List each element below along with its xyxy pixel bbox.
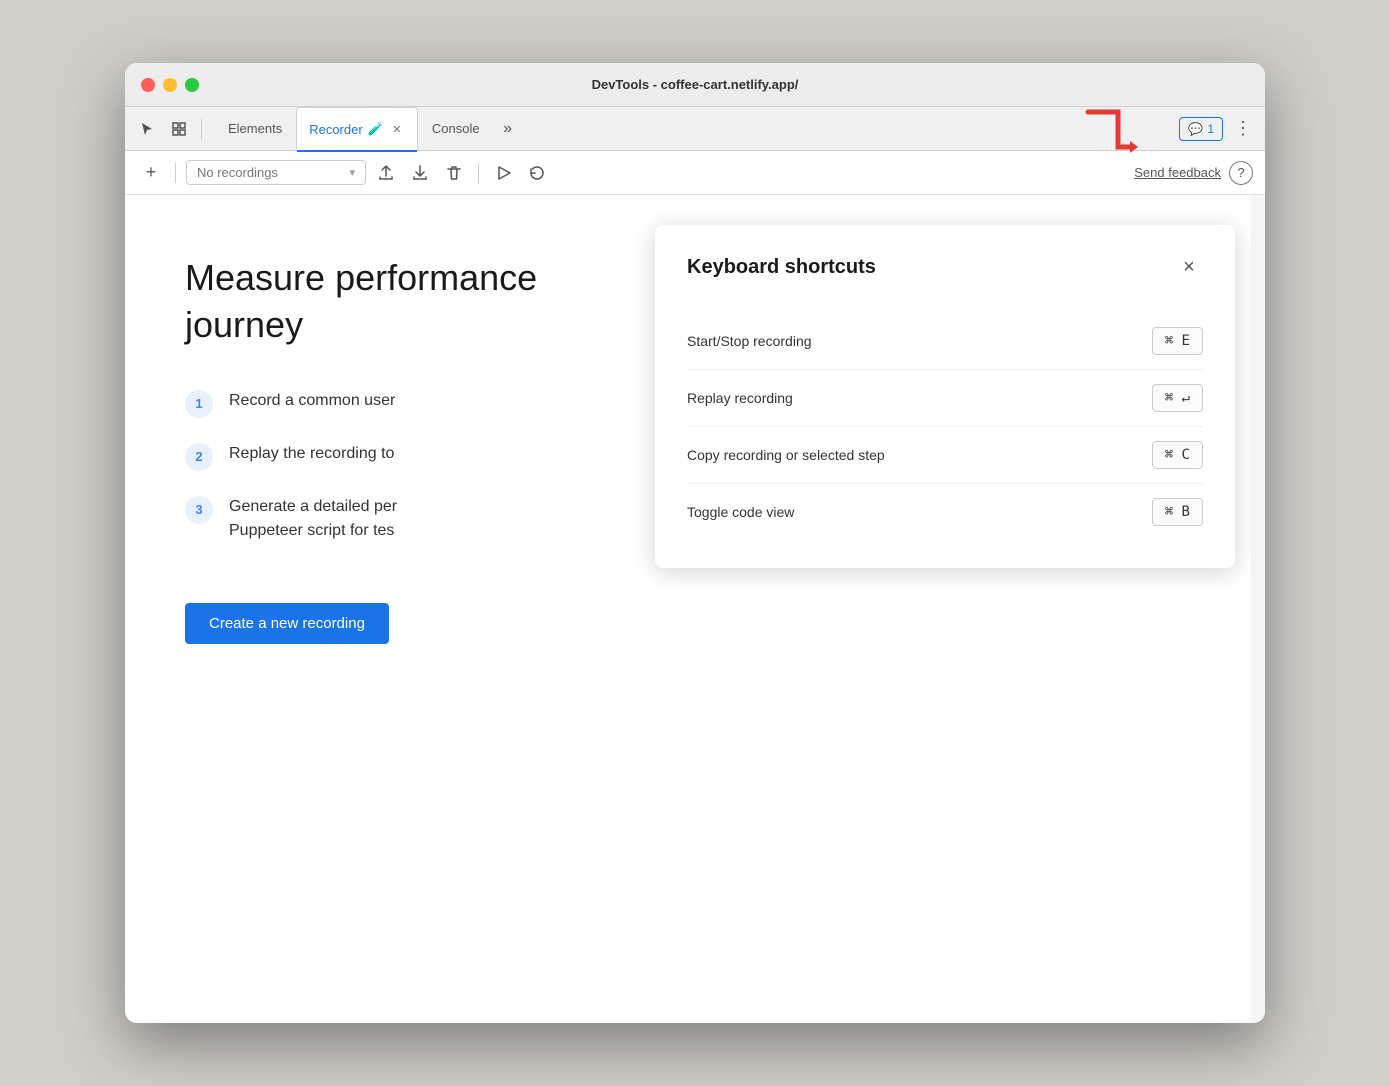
tab-recorder-close[interactable]: ✕ xyxy=(389,121,405,137)
help-button[interactable]: ? xyxy=(1229,161,1253,185)
notification-count: 1 xyxy=(1207,122,1214,136)
export-button[interactable] xyxy=(372,159,400,187)
export-icon xyxy=(377,164,395,182)
toolbar-divider-1 xyxy=(175,163,176,183)
shortcut-row-1: Start/Stop recording ⌘ E xyxy=(687,313,1203,370)
recorder-flask-icon: 🧪 xyxy=(368,121,384,137)
shortcut-key-3: ⌘ C xyxy=(1152,441,1203,469)
modal-close-button[interactable]: × xyxy=(1175,253,1203,281)
step-number-2: 2 xyxy=(185,443,213,471)
step-number-3: 3 xyxy=(185,496,213,524)
replay-icon xyxy=(528,164,546,182)
shortcut-row-2: Replay recording ⌘ ↵ xyxy=(687,370,1203,427)
add-recording-button[interactable]: + xyxy=(137,159,165,187)
cursor-icon[interactable] xyxy=(133,115,161,143)
delete-button[interactable] xyxy=(440,159,468,187)
tab-console[interactable]: Console xyxy=(420,107,492,151)
devtools-window: DevTools - coffee-cart.netlify.app/ Elem… xyxy=(125,63,1265,1023)
import-button[interactable] xyxy=(406,159,434,187)
tab-overflow-button[interactable]: » xyxy=(494,115,522,143)
send-feedback-link[interactable]: Send feedback xyxy=(1134,165,1221,180)
toolbar: + No recordings ▾ xyxy=(125,151,1265,195)
add-icon: + xyxy=(146,162,157,183)
tab-recorder[interactable]: Recorder 🧪 ✕ xyxy=(296,107,418,151)
shortcuts-modal: Keyboard shortcuts × Start/Stop recordin… xyxy=(655,225,1235,568)
tab-bar-right: 💬 1 ⋮ xyxy=(1179,115,1257,143)
shortcut-row-4: Toggle code view ⌘ B xyxy=(687,484,1203,540)
minimize-button[interactable] xyxy=(163,78,177,92)
modal-header: Keyboard shortcuts × xyxy=(687,253,1203,281)
import-icon xyxy=(411,164,429,182)
shortcut-label-1: Start/Stop recording xyxy=(687,333,812,349)
step-text-1: Record a common user xyxy=(229,389,395,413)
tab-elements[interactable]: Elements xyxy=(216,107,294,151)
tab-recorder-label: Recorder xyxy=(309,122,362,137)
more-options-icon: ⋮ xyxy=(1234,118,1252,139)
toolbar-right: Send feedback ? xyxy=(1134,161,1253,185)
shortcut-label-2: Replay recording xyxy=(687,390,793,406)
tab-bar: Elements Recorder 🧪 ✕ Console » 💬 1 xyxy=(125,107,1265,151)
shortcut-label-4: Toggle code view xyxy=(687,504,794,520)
notification-icon: 💬 xyxy=(1188,122,1203,136)
window-title: DevTools - coffee-cart.netlify.app/ xyxy=(592,77,799,92)
shortcut-label-3: Copy recording or selected step xyxy=(687,447,885,463)
shortcut-key-4: ⌘ B xyxy=(1152,498,1203,526)
shortcut-key-1: ⌘ E xyxy=(1152,327,1203,355)
chevron-down-icon: ▾ xyxy=(349,166,355,179)
tab-console-label: Console xyxy=(432,121,480,136)
toolbar-divider-2 xyxy=(478,163,479,183)
tab-elements-label: Elements xyxy=(228,121,282,136)
tab-overflow-icon: » xyxy=(503,120,512,138)
title-bar: DevTools - coffee-cart.netlify.app/ xyxy=(125,63,1265,107)
more-options-button[interactable]: ⋮ xyxy=(1229,115,1257,143)
step-number-1: 1 xyxy=(185,390,213,418)
no-recordings-label: No recordings xyxy=(197,165,278,180)
replay-button[interactable] xyxy=(523,159,551,187)
recording-select[interactable]: No recordings ▾ xyxy=(186,160,366,185)
inspect-icon[interactable] xyxy=(165,115,193,143)
maximize-button[interactable] xyxy=(185,78,199,92)
play-icon xyxy=(494,164,512,182)
tab-divider xyxy=(201,119,202,139)
step-text-3: Generate a detailed perPuppeteer script … xyxy=(229,495,397,543)
play-button[interactable] xyxy=(489,159,517,187)
delete-icon xyxy=(445,164,463,182)
step-text-2: Replay the recording to xyxy=(229,442,394,466)
modal-title: Keyboard shortcuts xyxy=(687,256,876,279)
main-content: Measure performance journey 1 Record a c… xyxy=(125,195,1265,1023)
scrollbar[interactable] xyxy=(1251,195,1265,1023)
create-recording-button[interactable]: Create a new recording xyxy=(185,603,389,644)
close-button[interactable] xyxy=(141,78,155,92)
shortcut-row-3: Copy recording or selected step ⌘ C xyxy=(687,427,1203,484)
help-icon: ? xyxy=(1237,165,1244,180)
tab-bar-tools xyxy=(133,115,206,143)
shortcut-key-2: ⌘ ↵ xyxy=(1152,384,1203,412)
notification-button[interactable]: 💬 1 xyxy=(1179,117,1223,141)
traffic-lights xyxy=(141,78,199,92)
